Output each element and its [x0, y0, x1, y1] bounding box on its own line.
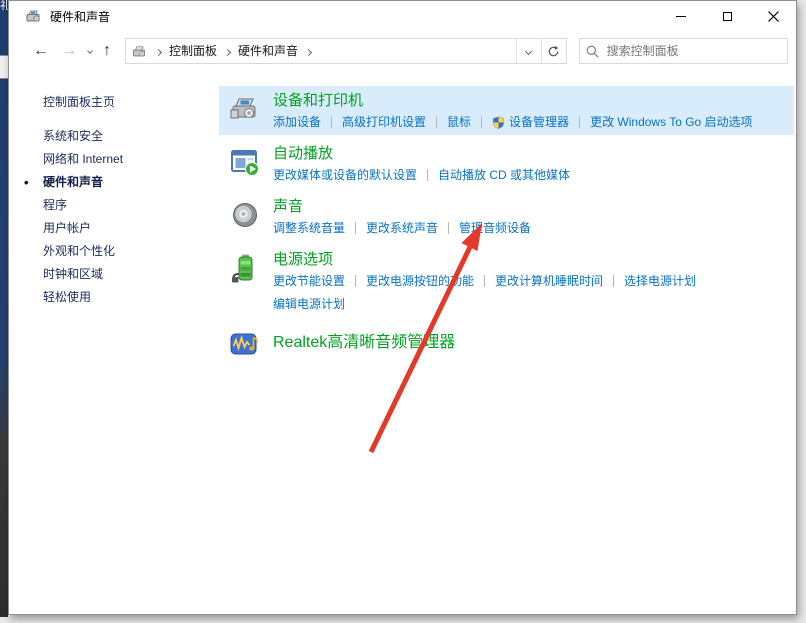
- section-row: 设备和打印机添加设备 高级打印机设置 鼠标 设备管理器 更改 Windows To G…: [219, 86, 794, 135]
- sidebar-item[interactable]: 用户帐户: [31, 217, 211, 240]
- main-sections: 设备和打印机添加设备 高级打印机设置 鼠标 设备管理器 更改 Windows To G…: [219, 86, 794, 373]
- breadcrumb-location-icon: [132, 44, 148, 59]
- up-button[interactable]: ↑: [97, 40, 117, 62]
- section-body: 自动播放更改媒体或设备的默认设置 自动播放 CD 或其他媒体: [273, 145, 794, 184]
- sidebar-item[interactable]: 硬件和声音: [31, 171, 211, 194]
- task-link[interactable]: 更改 Windows To Go 启动选项: [590, 113, 752, 131]
- section-row: 电源选项更改节能设置 更改电源按钮的功能 更改计算机睡眠时间 选择电源计划编辑电源计划: [219, 245, 794, 317]
- link-separator: [579, 116, 580, 128]
- task-link[interactable]: 高级打印机设置: [342, 113, 426, 131]
- maximize-button[interactable]: [704, 1, 750, 31]
- section-body: Realtek高清晰音频管理器: [273, 327, 794, 365]
- sidebar-item[interactable]: 系统和安全: [31, 125, 211, 148]
- chevron-right-icon[interactable]: [224, 49, 231, 56]
- address-dropdown-button[interactable]: [516, 39, 541, 63]
- chevron-right-icon[interactable]: [305, 49, 312, 56]
- refresh-button[interactable]: [541, 39, 566, 63]
- task-link[interactable]: 更改电源按钮的功能: [366, 272, 474, 290]
- close-icon: [768, 11, 779, 22]
- line-break: [273, 290, 794, 295]
- minimize-button[interactable]: [658, 1, 704, 31]
- section-body: 设备和打印机添加设备 高级打印机设置 鼠标 设备管理器 更改 Windows To G…: [273, 92, 794, 131]
- section-title-link[interactable]: 声音: [273, 198, 794, 216]
- background-window-text: 礼: [0, 0, 8, 12]
- task-link[interactable]: 选择电源计划: [624, 272, 696, 290]
- section-row: Realtek高清晰音频管理器: [219, 321, 794, 369]
- task-link[interactable]: 自动播放 CD 或其他媒体: [438, 166, 570, 184]
- breadcrumb-item[interactable]: 控制面板: [165, 40, 221, 62]
- minimize-icon: [676, 16, 686, 17]
- uac-shield-icon: [492, 116, 505, 129]
- breadcrumb-item[interactable]: 硬件和声音: [234, 40, 302, 62]
- forward-button[interactable]: →: [55, 40, 83, 62]
- sidebar-item[interactable]: 控制面板主页: [31, 91, 211, 114]
- task-link[interactable]: 更改计算机睡眠时间: [495, 272, 603, 290]
- navigation-bar: ← → ↑ 控制面板硬件和声音: [9, 31, 796, 71]
- task-link[interactable]: 添加设备: [273, 113, 321, 131]
- address-bar[interactable]: 控制面板硬件和声音: [125, 38, 567, 64]
- breadcrumb: 控制面板硬件和声音: [152, 42, 315, 60]
- sidebar-item[interactable]: 网络和 Internet: [31, 148, 211, 171]
- link-separator: [331, 116, 332, 128]
- sidebar-item[interactable]: 外观和个性化: [31, 240, 211, 263]
- link-separator: [355, 275, 356, 287]
- task-link[interactable]: 调整系统音量: [273, 219, 345, 237]
- section-row: 声音调整系统音量 更改系统声音 管理音频设备: [219, 192, 794, 241]
- sidebar-item[interactable]: 时钟和区域: [31, 263, 211, 286]
- control-panel-window: 硬件和声音 ← → ↑ 控制面板硬件和声音: [8, 0, 797, 615]
- title-bar: 硬件和声音: [9, 1, 796, 31]
- close-button[interactable]: [750, 1, 796, 31]
- link-separator: [448, 222, 449, 234]
- task-link[interactable]: 鼠标: [447, 113, 471, 131]
- link-separator: [427, 169, 428, 181]
- search-box: [579, 38, 788, 64]
- section-title-link[interactable]: 自动播放: [273, 145, 794, 163]
- task-link[interactable]: 更改媒体或设备的默认设置: [273, 166, 417, 184]
- link-separator: [481, 116, 482, 128]
- section-title-link[interactable]: 电源选项: [273, 251, 794, 269]
- history-dropdown-button[interactable]: [83, 45, 97, 57]
- address-bar-buttons: [516, 39, 566, 63]
- task-link[interactable]: 编辑电源计划: [273, 295, 345, 313]
- refresh-icon: [547, 45, 560, 58]
- task-link[interactable]: 设备管理器: [492, 113, 569, 131]
- chevron-right-icon[interactable]: [155, 49, 162, 56]
- back-button[interactable]: ←: [27, 40, 55, 62]
- battery-icon: [229, 251, 273, 313]
- maximize-icon: [723, 12, 732, 21]
- sidebar-item[interactable]: 程序: [31, 194, 211, 217]
- background-window-fragment: [0, 55, 8, 79]
- section-body: 电源选项更改节能设置 更改电源按钮的功能 更改计算机睡眠时间 选择电源计划编辑电源计划: [273, 251, 794, 313]
- section-title-link[interactable]: 设备和打印机: [273, 92, 794, 110]
- section-title-link[interactable]: Realtek高清晰音频管理器: [273, 327, 794, 359]
- hardware-sound-app-icon: [25, 8, 43, 24]
- window-title: 硬件和声音: [50, 8, 658, 25]
- printer-icon: [229, 92, 273, 131]
- search-input[interactable]: [607, 44, 781, 58]
- section-task-links: 更改媒体或设备的默认设置 自动播放 CD 或其他媒体: [273, 166, 794, 184]
- task-link[interactable]: 更改系统声音: [366, 219, 438, 237]
- section-row: 自动播放更改媒体或设备的默认设置 自动播放 CD 或其他媒体: [219, 139, 794, 188]
- task-link[interactable]: 管理音频设备: [459, 219, 531, 237]
- sidebar: 控制面板主页系统和安全网络和 Internet硬件和声音程序用户帐户外观和个性化…: [31, 91, 211, 309]
- task-link[interactable]: 更改节能设置: [273, 272, 345, 290]
- link-separator: [355, 222, 356, 234]
- link-separator: [613, 275, 614, 287]
- chevron-down-icon: [87, 48, 93, 54]
- link-separator: [484, 275, 485, 287]
- autoplay-icon: [229, 145, 273, 184]
- section-body: 声音调整系统音量 更改系统声音 管理音频设备: [273, 198, 794, 237]
- sidebar-item[interactable]: 轻松使用: [31, 286, 211, 309]
- realtek-icon: [229, 327, 273, 365]
- background-window-edge: 礼: [0, 0, 8, 617]
- section-task-links: 更改节能设置 更改电源按钮的功能 更改计算机睡眠时间 选择电源计划编辑电源计划: [273, 272, 794, 313]
- search-icon: [586, 45, 599, 58]
- section-task-links: 添加设备 高级打印机设置 鼠标 设备管理器 更改 Windows To Go 启动选项: [273, 113, 794, 131]
- chevron-down-icon: [525, 47, 532, 54]
- section-task-links: 调整系统音量 更改系统声音 管理音频设备: [273, 219, 794, 237]
- speaker-icon: [229, 198, 273, 237]
- link-separator: [436, 116, 437, 128]
